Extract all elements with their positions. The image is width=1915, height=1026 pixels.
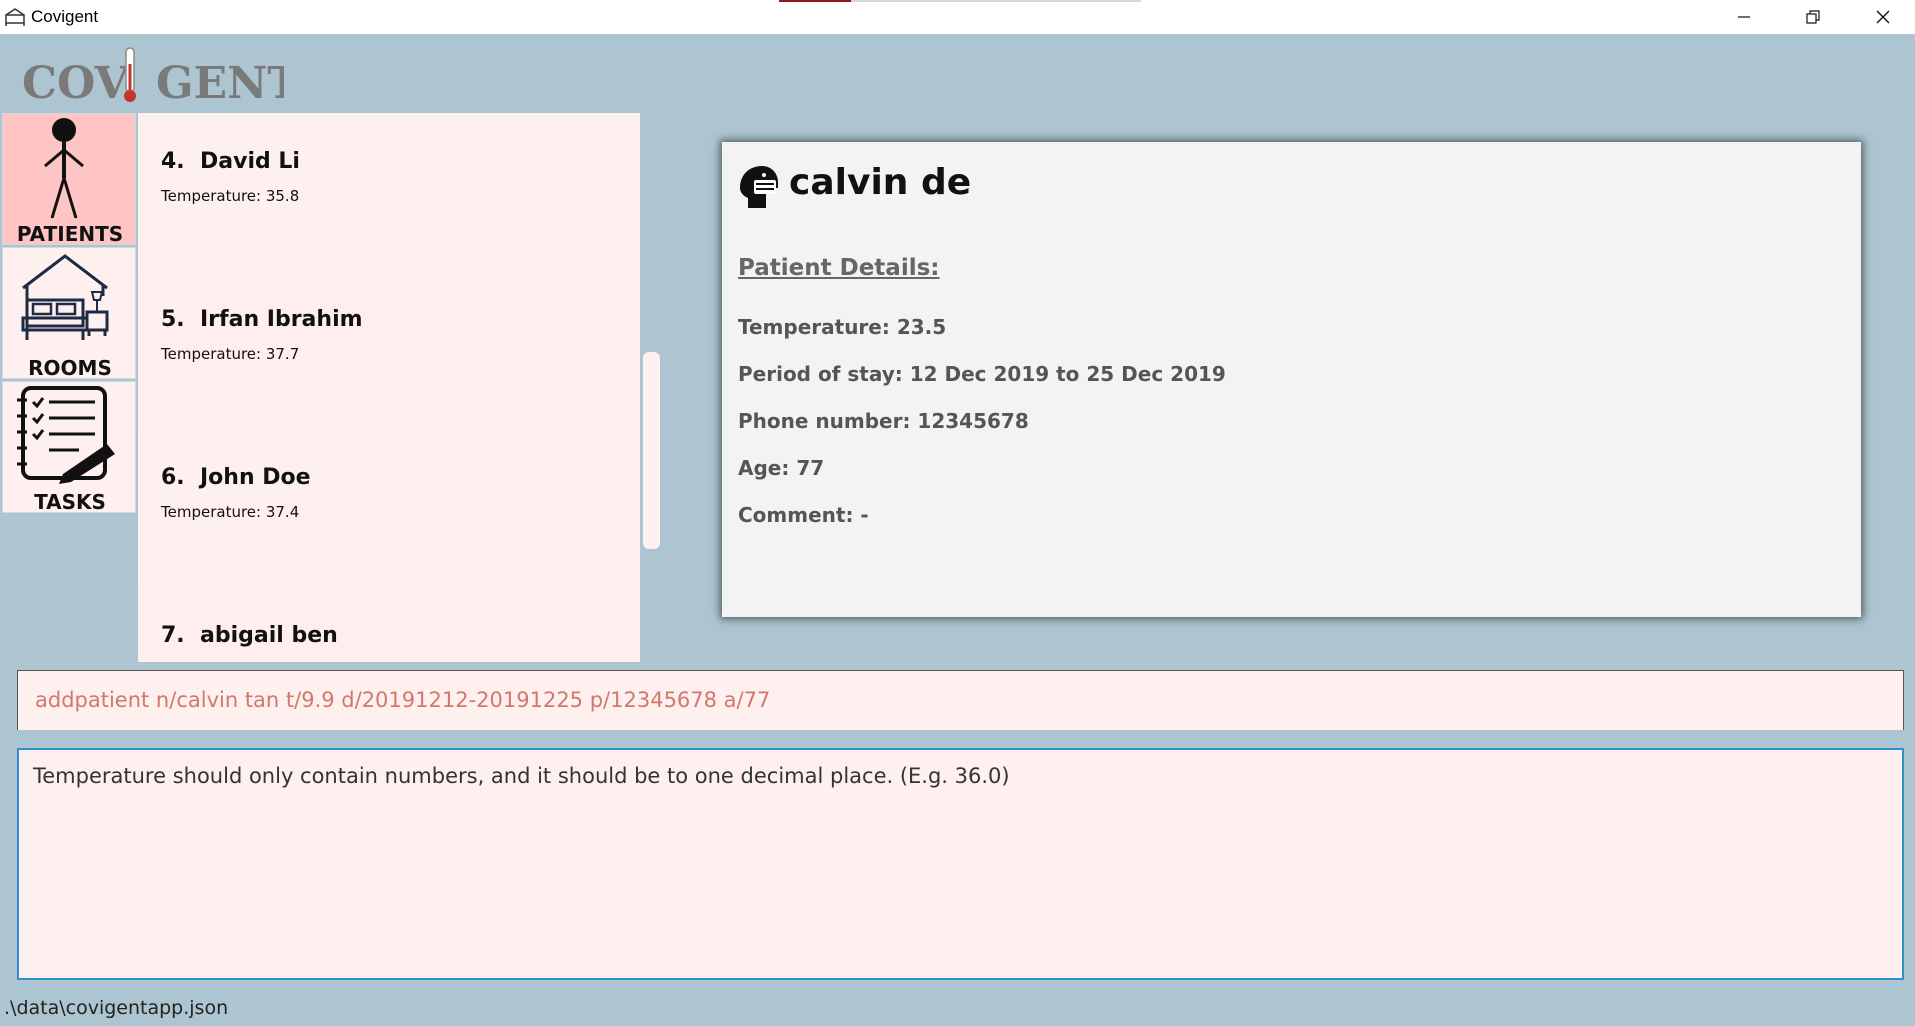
patient-list-name: 4. David Li [161,149,300,174]
result-display[interactable]: Temperature should only contain numbers,… [17,748,1904,980]
nav-rooms[interactable]: ROOMS [2,247,136,380]
nav-patients[interactable]: PATIENTS [2,113,136,246]
app-logo: COV GENT [22,44,284,106]
result-message: Temperature should only contain numbers,… [33,764,1010,788]
nav-label-tasks: TASKS [34,490,106,514]
patient-list-item[interactable]: 4. David Li Temperature: 35.8 [138,113,640,271]
nav-label-rooms: ROOMS [28,356,112,380]
patient-list-name: 7. abigail ben [161,623,338,648]
patient-list-temperature: Temperature: 37.7 [161,345,300,363]
patient-list-name: 6. John Doe [161,465,311,490]
minimize-button[interactable] [1709,0,1779,34]
close-button[interactable] [1848,0,1915,34]
command-input[interactable] [35,680,1875,720]
patient-list-scrollbar[interactable] [643,352,660,549]
patient-list-item[interactable]: 5. Irfan Ibrahim Temperature: 37.7 [138,271,640,429]
patient-list-name: 5. Irfan Ibrahim [161,307,363,332]
patient-list-item[interactable]: 7. abigail ben [138,587,640,662]
detail-temperature: Temperature: 23.5 [738,315,947,339]
patient-detail-card: calvin de Patient Details: Temperature: … [722,142,1861,617]
title-bar: Covigent [0,0,1915,34]
focus-track [851,0,1141,2]
svg-text:COV: COV [22,58,130,106]
nav-label-patients: PATIENTS [16,222,124,246]
command-box [17,670,1904,730]
detail-comment: Comment: - [738,503,869,527]
bed-room-icon [21,254,109,340]
patient-list-item[interactable]: 6. John Doe Temperature: 37.4 [138,429,640,587]
restore-button[interactable] [1778,0,1848,34]
focus-indicator [779,0,851,2]
person-icon [44,118,84,219]
svg-text:GENT: GENT [156,58,284,106]
app-icon [5,8,25,26]
restore-icon [1806,10,1820,24]
patient-mask-icon [740,166,778,208]
logo-graphic: COV GENT [22,47,284,106]
checklist-icon [17,386,115,484]
status-bar-file-path: .\data\covigentapp.json [4,997,229,1019]
patient-list[interactable]: 4. David Li Temperature: 35.8 5. Irfan I… [138,113,640,662]
minimize-icon [1738,16,1750,18]
patient-list-temperature: Temperature: 35.8 [161,187,300,205]
detail-age: Age: 77 [738,456,825,480]
patient-details-heading: Patient Details: [738,255,940,281]
patient-list-temperature: Temperature: 37.4 [161,503,300,521]
patient-name: calvin de [789,162,972,203]
detail-period-of-stay: Period of stay: 12 Dec 2019 to 25 Dec 20… [738,362,1226,386]
window-title: Covigent [31,7,99,26]
nav-tasks[interactable]: TASKS [2,381,136,514]
detail-phone-number: Phone number: 12345678 [738,409,1029,433]
close-icon [1876,10,1890,24]
